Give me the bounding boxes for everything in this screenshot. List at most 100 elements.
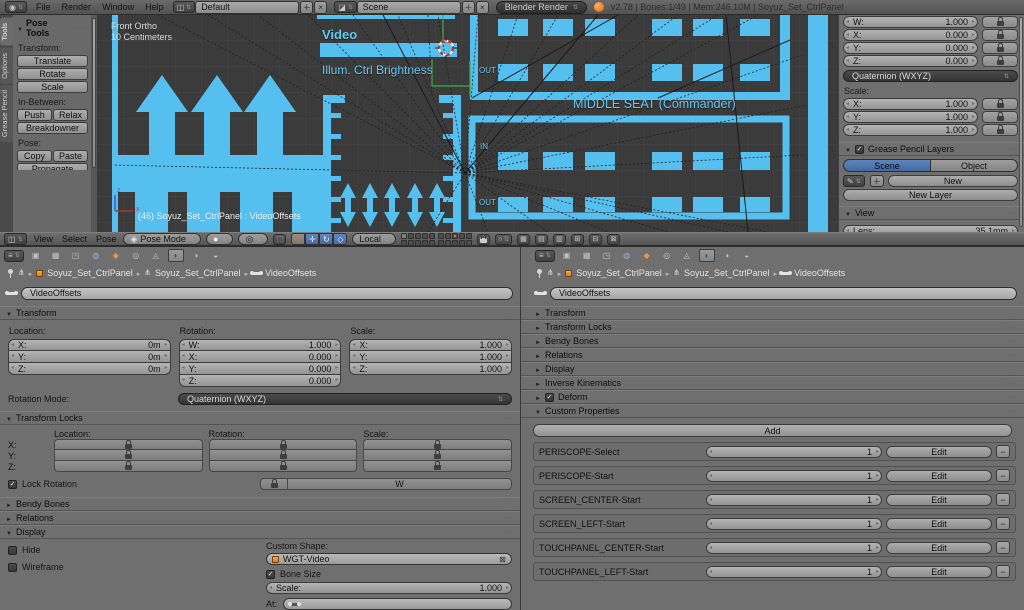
shelf-tab-options[interactable]: Options	[0, 48, 13, 84]
copy-pose-button[interactable]: Copy	[17, 150, 52, 162]
lock-scale-x-button[interactable]	[363, 439, 512, 450]
rotation-mode-select[interactable]: Quaternion (WXYZ)⇅	[843, 70, 1018, 82]
translate-button[interactable]: Translate	[17, 55, 88, 67]
relations-panel-header[interactable]: Relations····	[0, 511, 520, 525]
pivot-align-toggle[interactable]: ⬚	[273, 234, 286, 245]
edit-property-button[interactable]: Edit	[886, 518, 992, 530]
gp-datablock-add-icon[interactable]: ＋	[870, 175, 884, 187]
paste-pose-button[interactable]: Paste	[53, 150, 88, 162]
location-x-field[interactable]: X:0m	[8, 339, 171, 351]
transform-locks-panel-header[interactable]: Transform Locks····	[521, 320, 1024, 334]
shelf-tab-grease-pencil[interactable]: Grease Pencil	[0, 85, 13, 142]
hide-checkbox[interactable]	[8, 546, 17, 555]
relax-button[interactable]: Relax	[53, 109, 88, 121]
menu-file[interactable]: File	[34, 2, 53, 12]
lock-rotation-z-button[interactable]	[209, 461, 358, 472]
deform-checkbox[interactable]	[545, 393, 554, 402]
delete-scene-button[interactable]: ×	[476, 1, 489, 14]
relations-panel-header[interactable]: Relations····	[521, 348, 1024, 362]
rotation-mode-select[interactable]: Quaternion (WXYZ)⇅	[178, 393, 512, 405]
tab-constraints-icon[interactable]: ◎	[128, 249, 144, 262]
scale-x-field[interactable]: X:1.000	[843, 98, 978, 110]
rotation-x-field[interactable]: X:0.000	[179, 351, 342, 363]
breadcrumb-bone[interactable]: VideoOffsets	[794, 268, 845, 278]
menu-view[interactable]: View	[32, 234, 55, 244]
lock-rotation-z-button[interactable]	[982, 55, 1018, 67]
grease-pencil-layers-header[interactable]: Grease Pencil Layers····	[839, 142, 1024, 156]
snap-element-button[interactable]: ▦	[517, 234, 530, 245]
location-y-field[interactable]: Y:0m	[8, 351, 171, 363]
lock-scale-x-button[interactable]	[982, 98, 1018, 110]
breadcrumb-object[interactable]: Soyuz_Set_CtrlPanel	[47, 268, 133, 278]
remove-property-button[interactable]: −	[996, 541, 1010, 554]
tab-physics-icon[interactable]: ◒	[739, 249, 755, 262]
paste-flipped-pose-button[interactable]: ⊠	[607, 234, 620, 245]
transform-panel-header[interactable]: Transform····	[0, 306, 520, 320]
lock-scale-y-button[interactable]	[363, 450, 512, 461]
scene-browse-button[interactable]: ◪⇅	[334, 1, 357, 13]
new-layer-button[interactable]: New Layer	[843, 189, 1018, 201]
npanel-scrollbar[interactable]	[1019, 17, 1023, 227]
lock-rotation-w-button[interactable]	[982, 16, 1018, 28]
bendy-bones-panel-header[interactable]: Bendy Bones····	[0, 497, 520, 511]
paste-pose-button[interactable]: ⊟	[589, 234, 602, 245]
editor-type-3dview-button[interactable]: ◫⇅	[4, 233, 27, 245]
tab-bone-icon[interactable]: ◗	[699, 249, 715, 262]
bone-name-field[interactable]: VideoOffsets	[550, 287, 1017, 300]
manipulator-toggle-button[interactable]: ✛	[291, 233, 305, 245]
push-button[interactable]: Push	[17, 109, 52, 121]
tab-render-layers-icon[interactable]: ▦	[579, 249, 595, 262]
lock-scale-z-button[interactable]	[982, 124, 1018, 136]
custom-properties-panel-header[interactable]: Custom Properties····	[521, 404, 1024, 418]
propagate-button[interactable]: Propagate	[17, 163, 88, 170]
lock-rotation-checkbox[interactable]	[8, 480, 17, 489]
edit-property-button[interactable]: Edit	[886, 542, 992, 554]
transform-locks-panel-header[interactable]: Transform Locks····	[0, 411, 520, 425]
mode-select[interactable]: ◈Pose Mode⇅	[123, 233, 200, 245]
property-value-slider[interactable]: 1	[706, 542, 882, 554]
menu-select[interactable]: Select	[60, 234, 89, 244]
gp-object-toggle[interactable]: Object	[931, 159, 1018, 172]
view-panel-header[interactable]: View····	[839, 206, 1024, 220]
lock-rotation-x-button[interactable]	[982, 29, 1018, 41]
scale-manipulator-button[interactable]: ◇	[333, 233, 347, 245]
lock-rotation-y-button[interactable]	[982, 42, 1018, 54]
remove-property-button[interactable]: −	[996, 493, 1010, 506]
custom-shape-scale-field[interactable]: Scale:1.000	[266, 582, 512, 594]
location-z-field[interactable]: Z:0m	[8, 363, 171, 375]
lock-scale-y-button[interactable]	[982, 111, 1018, 123]
tab-bone-icon[interactable]: ◗	[168, 249, 184, 262]
layer-group-1[interactable]	[401, 233, 435, 246]
opengl-render-anim-button[interactable]: ▥	[553, 234, 566, 245]
lock-rotation-y-button[interactable]	[209, 450, 358, 461]
lock-scale-z-button[interactable]	[363, 461, 512, 472]
tab-render-layers-icon[interactable]: ▦	[48, 249, 64, 262]
inverse-kinematics-panel-header[interactable]: Inverse Kinematics····	[521, 376, 1024, 390]
tab-bone-constraints-icon[interactable]: ◑	[188, 249, 204, 262]
delete-layout-button[interactable]: ×	[314, 1, 327, 14]
viewport-canvas[interactable]: Front Ortho 10 Centimeters Video Illum. …	[98, 15, 838, 232]
render-engine-select[interactable]: Blender Render⇅	[496, 1, 587, 14]
lock-rotation-w-button[interactable]	[260, 478, 288, 490]
bone-size-checkbox[interactable]	[266, 570, 275, 579]
edit-property-button[interactable]: Edit	[886, 566, 992, 578]
property-value-slider[interactable]: 1	[706, 446, 882, 458]
editor-type-properties-button[interactable]: ≡⇅	[4, 250, 24, 262]
tab-world-icon[interactable]: ◍	[88, 249, 104, 262]
breadcrumb-bone[interactable]: VideoOffsets	[265, 268, 316, 278]
at-bone-field[interactable]	[283, 598, 512, 610]
breakdowner-button[interactable]: Breakdowner	[17, 122, 88, 134]
lock-location-z-button[interactable]	[54, 461, 203, 472]
scale-z-field[interactable]: Z:1.000	[349, 363, 512, 375]
lock-location-y-button[interactable]	[54, 450, 203, 461]
tab-armature-data-icon[interactable]: ◬	[148, 249, 164, 262]
rotation-x-field[interactable]: X:0.000	[843, 29, 978, 41]
screen-layout-name[interactable]: Default	[195, 1, 299, 14]
remove-property-button[interactable]: −	[996, 517, 1010, 530]
shelf-tab-tools[interactable]: Tools	[0, 18, 13, 46]
rotation-y-field[interactable]: Y:0.000	[179, 363, 342, 375]
property-value-slider[interactable]: 1	[706, 566, 882, 578]
tab-object-icon[interactable]: ◆	[108, 249, 124, 262]
screen-layout-browse-button[interactable]: ◫⇅	[173, 1, 196, 13]
remove-property-button[interactable]: −	[996, 565, 1010, 578]
